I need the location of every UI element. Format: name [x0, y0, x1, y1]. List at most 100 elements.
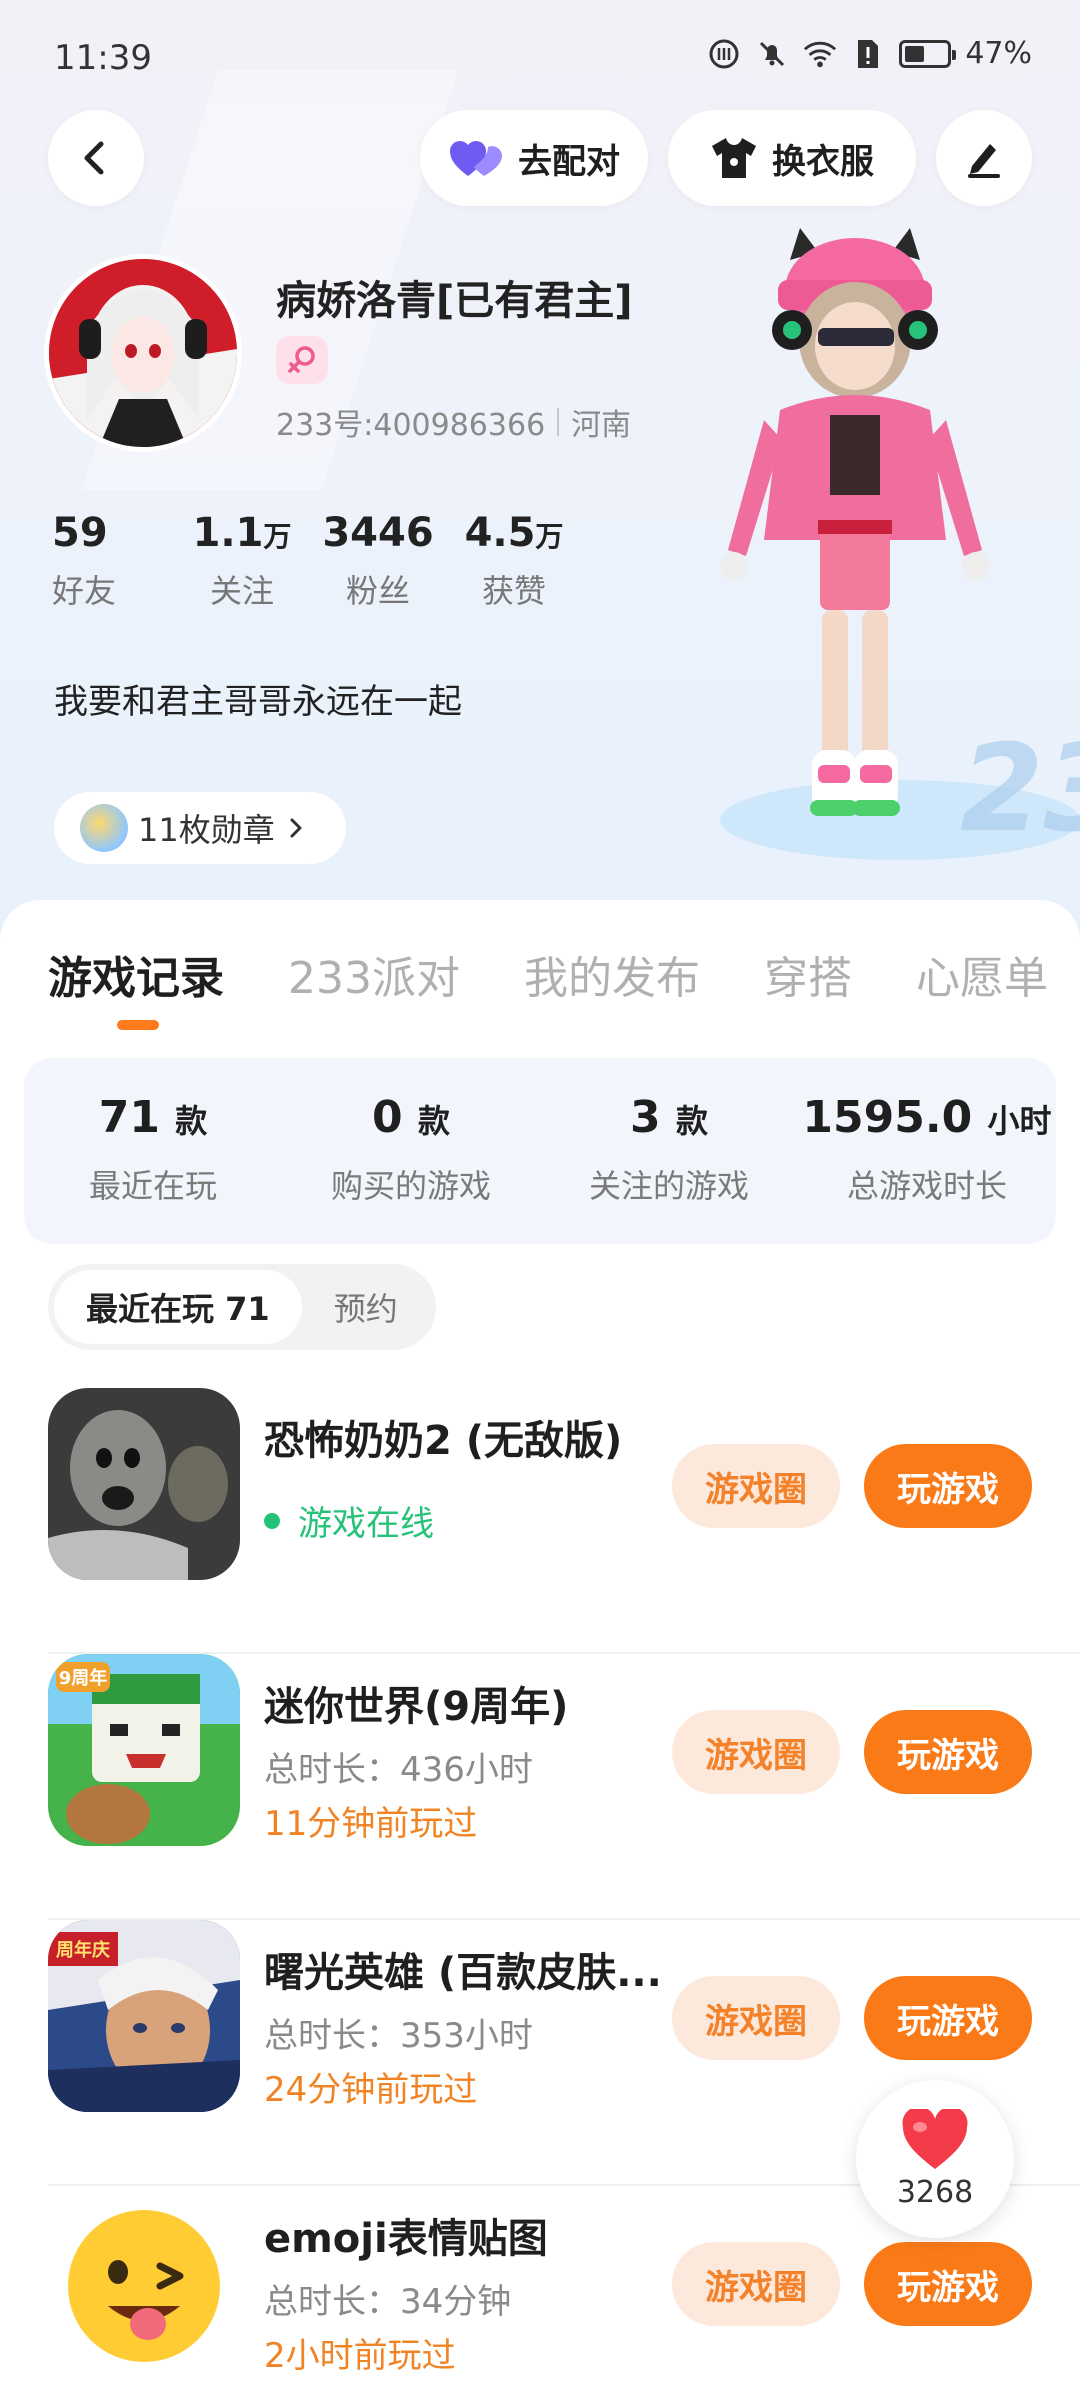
location: 河南 — [571, 408, 632, 443]
game-icon-shuguang-heroes[interactable]: 周年庆 — [48, 1920, 240, 2112]
profile-hero: 11:39 47% 去配对 换衣服 病娇洛青[已有君主] 233号:400986… — [0, 0, 1080, 940]
play-game-button[interactable]: 玩游戏 — [864, 2242, 1032, 2326]
summary-followed[interactable]: 3 款 关注的游戏 — [540, 1058, 798, 1244]
medal-icon — [80, 804, 128, 852]
battery-icon — [899, 39, 957, 68]
pencil-icon — [968, 144, 1000, 178]
wifi-icon — [803, 37, 837, 71]
sim-alert-icon — [851, 37, 885, 71]
avatar[interactable] — [44, 254, 242, 452]
chevron-left-icon — [84, 141, 104, 175]
game-item[interactable]: 恐怖奶奶2 (无敌版) 游戏在线 游戏圈 玩游戏 — [48, 1388, 1080, 1654]
tab-game-records[interactable]: 游戏记录 — [48, 942, 224, 1006]
pair-button[interactable]: 去配对 — [420, 110, 648, 206]
profile-tabs: 游戏记录 233派对 我的发布 穿搭 心愿单 — [48, 942, 1080, 1006]
last-played: 24分钟前玩过 — [264, 2070, 478, 2110]
play-duration: 总时长：34分钟 — [264, 2282, 512, 2322]
game-filter: 最近在玩 71 预约 — [48, 1264, 436, 1350]
dress-label: 换衣服 — [772, 141, 874, 182]
online-dot-icon — [264, 1512, 280, 1529]
play-duration: 总时长：353小时 — [264, 2016, 533, 2056]
game-item[interactable]: 9周年 迷你世界(9周年) 总时长：436小时 11分钟前玩过 游戏圈 玩游戏 — [48, 1654, 1080, 1920]
tab-wishlist[interactable]: 心愿单 — [916, 942, 1048, 1006]
bio: 我要和君主哥哥永远在一起 — [54, 682, 462, 722]
game-circle-button[interactable]: 游戏圈 — [672, 1976, 840, 2060]
stat-friends[interactable]: 59 好友 — [52, 510, 126, 612]
game-circle-button[interactable]: 游戏圈 — [672, 1710, 840, 1794]
game-title: 迷你世界(9周年) — [264, 1684, 569, 1730]
game-title: 曙光英雄 (百款皮肤... — [264, 1950, 662, 1996]
user-meta: 233号:400986366 河南 — [276, 400, 631, 444]
game-icon-mini-world[interactable]: 9周年 — [48, 1654, 240, 1846]
account-id[interactable]: 233号:400986366 — [276, 400, 545, 444]
profile-stats: 59 好友 1.1万 关注 3446 粉丝 4.5万 获赞 — [52, 510, 582, 612]
summary-recent[interactable]: 71 款 最近在玩 — [24, 1058, 282, 1244]
change-outfit-button[interactable]: 换衣服 — [668, 110, 916, 206]
stat-value: 1.1万 — [192, 510, 292, 556]
summary-label: 总游戏时长 — [846, 1167, 1007, 1205]
status-bar: 11:39 47% — [0, 0, 1080, 120]
game-title: emoji表情贴图 — [264, 2216, 548, 2262]
chevron-right-icon — [290, 818, 302, 838]
stat-fans[interactable]: 3446 粉丝 — [310, 510, 446, 612]
female-gender-badge — [276, 336, 328, 384]
edit-profile-button[interactable] — [936, 110, 1032, 206]
tab-233-party[interactable]: 233派对 — [288, 942, 460, 1006]
summary-total-time[interactable]: 1595.0 小时 总游戏时长 — [798, 1058, 1056, 1244]
stat-label: 粉丝 — [345, 572, 410, 610]
stat-following[interactable]: 1.1万 关注 — [174, 510, 310, 612]
medals-button[interactable]: 11枚勋章 — [54, 792, 346, 864]
tab-outfits[interactable]: 穿搭 — [764, 942, 852, 1006]
stat-value: 4.5万 — [464, 510, 564, 556]
medals-label: 11枚勋章 — [138, 811, 275, 849]
game-circle-button[interactable]: 游戏圈 — [672, 1444, 840, 1528]
stat-value: 59 — [52, 510, 108, 556]
summary-value: 0 款 — [372, 1092, 450, 1143]
game-icon-emoji-stickers[interactable] — [48, 2186, 240, 2378]
last-played: 11分钟前玩过 — [264, 1804, 478, 1844]
online-status: 游戏在线 — [264, 1496, 434, 1545]
play-game-button[interactable]: 玩游戏 — [864, 1710, 1032, 1794]
summary-value: 3 款 — [630, 1092, 708, 1143]
status-icons: 47% — [707, 36, 1032, 71]
meta-divider — [557, 408, 560, 436]
battery-fill — [905, 45, 925, 62]
summary-purchased[interactable]: 0 款 购买的游戏 — [282, 1058, 540, 1244]
summary-label: 购买的游戏 — [330, 1167, 491, 1205]
game-title: 恐怖奶奶2 (无敌版) — [264, 1418, 623, 1464]
play-game-button[interactable]: 玩游戏 — [864, 1444, 1032, 1528]
battery-percent: 47% — [965, 36, 1032, 71]
mute-bell-icon — [755, 37, 789, 71]
active-tab-indicator — [117, 1020, 159, 1030]
pair-label: 去配对 — [518, 141, 620, 182]
stat-value: 3446 — [322, 510, 434, 556]
last-played: 2小时前玩过 — [264, 2336, 456, 2376]
like-floating-button[interactable]: 3268 — [856, 2080, 1014, 2238]
mini-world-badge-text: 9周年 — [59, 1667, 108, 1689]
nfc-icon — [707, 37, 741, 71]
game-circle-button[interactable]: 游戏圈 — [672, 2242, 840, 2326]
heart-icon — [902, 2108, 968, 2169]
summary-label: 最近在玩 — [88, 1167, 217, 1205]
game-icon-granny[interactable] — [48, 1388, 240, 1580]
summary-value: 1595.0 小时 — [802, 1092, 1052, 1143]
back-button[interactable] — [48, 110, 144, 206]
filter-reserved[interactable]: 预约 — [302, 1270, 430, 1344]
status-time: 11:39 — [54, 38, 152, 78]
filter-recent[interactable]: 最近在玩 71 — [54, 1270, 302, 1344]
stat-label: 关注 — [209, 572, 274, 610]
game-summary: 71 款 最近在玩 0 款 购买的游戏 3 款 关注的游戏 1595.0 小时 … — [24, 1058, 1056, 1244]
tab-my-posts[interactable]: 我的发布 — [524, 942, 700, 1006]
play-duration: 总时长：436小时 — [264, 1750, 533, 1790]
tshirt-icon — [712, 138, 756, 178]
avatar-character[interactable] — [720, 220, 990, 860]
play-game-button[interactable]: 玩游戏 — [864, 1976, 1032, 2060]
heart-icon — [450, 141, 502, 176]
female-icon — [288, 346, 315, 373]
shuguang-badge-text: 周年庆 — [56, 1939, 110, 1961]
summary-label: 关注的游戏 — [588, 1167, 749, 1205]
stat-label: 获赞 — [481, 572, 546, 610]
stat-likes[interactable]: 4.5万 获赞 — [446, 510, 582, 612]
summary-value: 71 款 — [98, 1092, 208, 1143]
stat-label: 好友 — [52, 572, 117, 610]
